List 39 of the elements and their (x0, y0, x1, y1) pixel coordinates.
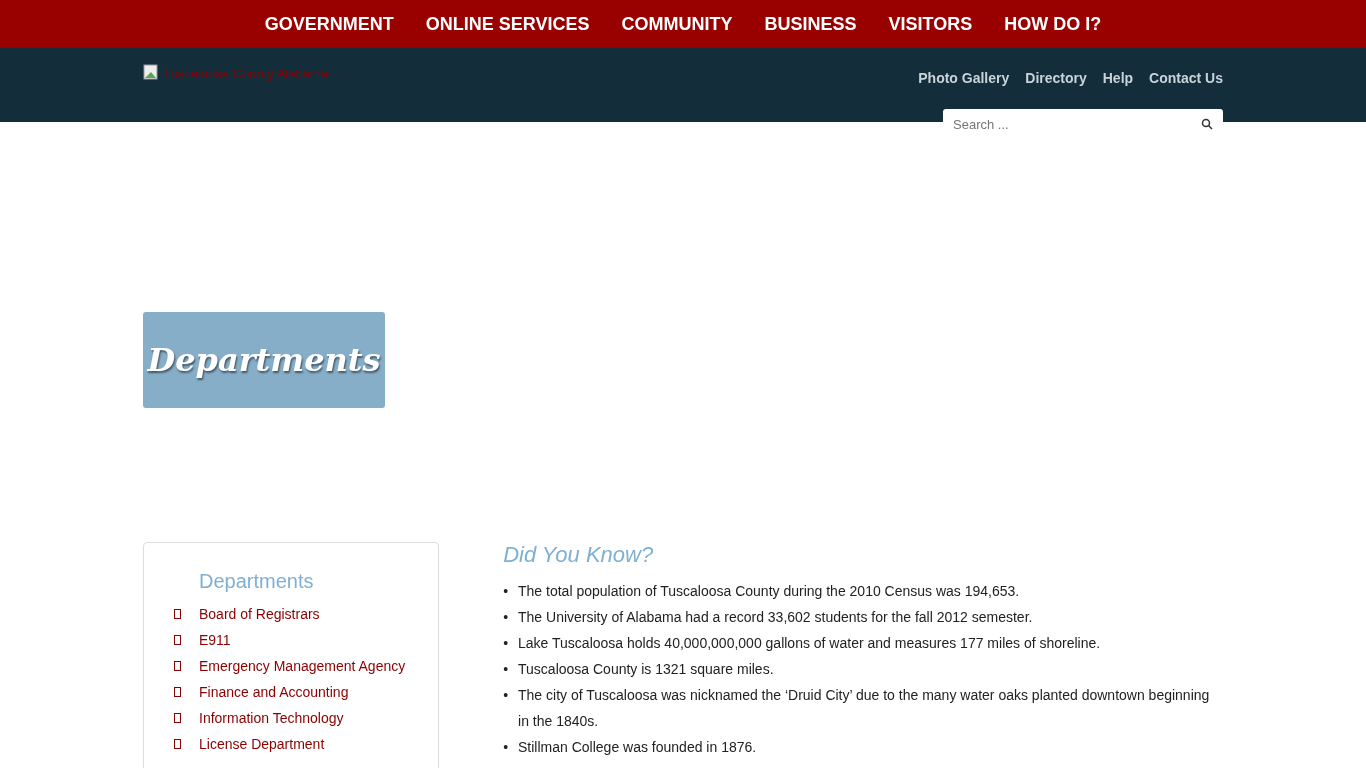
square-icon (174, 661, 181, 671)
header-link[interactable]: Help (1102, 68, 1134, 89)
bullet-mark: • (503, 608, 509, 628)
sidebar-link[interactable]: License Department (199, 733, 325, 755)
banner-title: Departments (143, 312, 385, 408)
fact-text: Stillman College was founded in 1876. (518, 738, 757, 758)
section-title: Did You Know? (503, 542, 655, 569)
fact-text: The total population of Tuscaloosa County during the 2010 Census was 194,653. (518, 582, 1020, 602)
header-link[interactable]: Contact Us (1149, 68, 1223, 89)
bullet-mark: • (503, 686, 509, 706)
broken-image-icon (143, 64, 159, 80)
sidebar-link[interactable]: Emergency Management Agency (199, 655, 406, 677)
fact-text: The University of Alabama had a record 33,602 students for the fall 2012 semester. (518, 608, 1033, 628)
header-link[interactable]: Photo Gallery (918, 68, 1010, 89)
square-icon (174, 713, 181, 723)
square-icon (174, 739, 181, 749)
nav-link-item[interactable]: VISITORS (872, 10, 989, 38)
fact-text: Tuscaloosa County is 1321 square miles. (518, 660, 774, 680)
sidebar-link[interactable]: Information Technology (199, 707, 344, 729)
search-icon (1201, 118, 1213, 130)
square-icon (174, 609, 181, 619)
nav-link-item[interactable]: ONLINE SERVICES (409, 10, 606, 38)
fact-text: The city of Tuscaloosa was nicknamed the ‘Druid City’ due to the many water oaks planted downtown beginning in the 1840s. (518, 686, 1211, 732)
sidebar-link[interactable]: Board of Registrars (199, 603, 320, 625)
sidebar-link[interactable]: Finance and Accounting (199, 681, 349, 703)
bullet-mark: • (503, 660, 509, 680)
nav-link-item[interactable]: COMMUNITY (605, 10, 749, 38)
header-link[interactable]: Directory (1025, 68, 1087, 89)
bullet-mark: • (503, 634, 509, 654)
square-icon (174, 635, 181, 645)
fact-text: Lake Tuscaloosa holds 40,000,000,000 gallons of water and measures 177 miles of shoreline. (518, 634, 1101, 654)
nav-link-item[interactable]: BUSINESS (748, 10, 873, 38)
bullet-mark: • (503, 738, 509, 758)
square-icon (174, 687, 181, 697)
sidebar-link[interactable]: E911 (199, 629, 231, 651)
sidebar-title: Departments (199, 569, 315, 593)
bullet-mark: • (503, 582, 509, 602)
nav-link-item[interactable]: GOVERNMENT (248, 10, 410, 38)
nav-link-item[interactable]: HOW DO I? (988, 10, 1118, 38)
